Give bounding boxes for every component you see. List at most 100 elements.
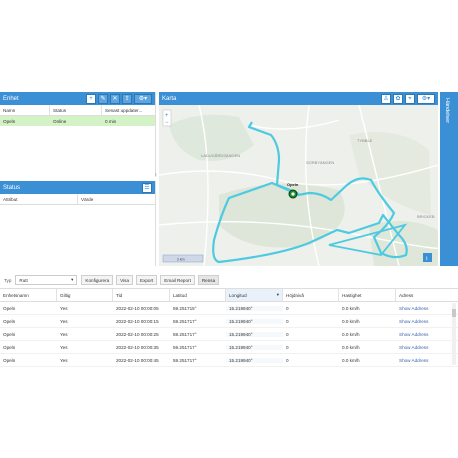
map-label-sorbyangen: SÖRBYÄNGEN xyxy=(306,160,334,165)
row-device: Opeln xyxy=(3,331,16,337)
status-header: Status ☰ xyxy=(0,181,155,194)
show-button[interactable]: Visa xyxy=(116,275,134,285)
add-button[interactable]: + xyxy=(86,93,96,104)
row-time: 2022-02-10 00:00:35 xyxy=(116,344,159,350)
row-valid: Yes xyxy=(60,344,68,350)
col-enhetsnamn[interactable]: Enhetsnamn xyxy=(0,289,57,301)
status-grid-header: Attribut Värde xyxy=(0,194,155,205)
karta-title: Karta xyxy=(162,95,177,102)
table-row[interactable]: Opeln Yes 2022-02-10 00:00:05 59.251715° 15.… xyxy=(0,302,458,315)
row-address[interactable]: Show Address xyxy=(396,319,449,324)
locate-button[interactable]: ⌖ xyxy=(405,93,415,104)
type-label: Typ xyxy=(4,277,12,283)
scale-label: 2 km xyxy=(177,258,185,262)
table-scrollbar-thumb[interactable] xyxy=(452,309,456,317)
col-hojdniva[interactable]: Höjdnivå xyxy=(283,289,339,301)
zoom-in-button[interactable]: + xyxy=(165,113,169,119)
row-speed: 0.0 km/h xyxy=(342,357,360,363)
col-latitud[interactable]: Latitud xyxy=(170,289,226,301)
karta-panel: Karta ♙ ✿ ⌖ ⚙▾ LADUGÅRDSÄNGEN SÖRBYÄNGEN… xyxy=(159,92,438,266)
row-device: Opeln xyxy=(3,305,16,311)
row-speed: 0.0 km/h xyxy=(342,331,360,337)
enhet-panel: Enhet + ✎ ✕ ⇪ ⚙▾ Namn Status Senast uppd… xyxy=(0,92,156,177)
close-icon: ✕ xyxy=(112,95,118,102)
device-row[interactable]: Opeln Online 0 min xyxy=(0,116,155,126)
row-address[interactable]: Show Address xyxy=(396,306,449,311)
route-table: Enhetsnamn Giltig Tid Latitud Longitud ▾… xyxy=(0,288,458,369)
row-time: 2022-02-10 00:00:45 xyxy=(116,357,159,363)
row-latitude: 59.251717° xyxy=(173,318,197,324)
zoom-out-button[interactable]: − xyxy=(165,120,169,126)
col-senast[interactable]: Senast uppdater... xyxy=(102,105,155,115)
row-latitude: 59.251715° xyxy=(173,305,197,311)
email-report-button[interactable]: Email Report xyxy=(160,275,195,285)
enhet-title: Enhet xyxy=(3,95,19,102)
row-longitude: 15.219940° xyxy=(226,305,283,311)
status-list-button[interactable]: ☰ xyxy=(142,182,152,193)
row-valid: Yes xyxy=(60,305,68,311)
gear-icon: ⚙▾ xyxy=(421,95,431,102)
sort-down-icon: ▾ xyxy=(276,292,279,297)
marker-label: Opeln xyxy=(287,182,299,187)
karta-header: Karta ♙ ✿ ⌖ ⚙▾ xyxy=(159,92,438,105)
row-time: 2022-02-10 00:00:05 xyxy=(116,305,159,311)
row-address[interactable]: Show Address xyxy=(396,332,449,337)
walker-icon: ♙ xyxy=(383,95,389,102)
map-canvas[interactable]: LADUGÅRDSÄNGEN SÖRBYÄNGEN TYBBLE BRICKEB… xyxy=(159,105,438,266)
row-speed: 0.0 km/h xyxy=(342,318,360,324)
row-altitude: 0 xyxy=(286,318,289,324)
bottom-toolbar: Typ Rutt ▾ Konfigurera Visa Export Email… xyxy=(0,274,458,286)
configure-button[interactable]: Konfigurera xyxy=(81,275,114,285)
row-address[interactable]: Show Address xyxy=(396,345,449,350)
col-attribut[interactable]: Attribut xyxy=(0,194,78,204)
paw-icon: ✿ xyxy=(395,95,401,102)
device-updated: 0 min xyxy=(105,118,117,124)
export-button[interactable]: Export xyxy=(136,275,158,285)
col-varde[interactable]: Värde xyxy=(78,194,155,204)
table-row[interactable]: Opeln Yes 2022-02-10 00:00:15 59.251717° 15.… xyxy=(0,315,458,328)
col-hastighet[interactable]: Hastighet xyxy=(339,289,396,301)
table-row[interactable]: Opeln Yes 2022-02-10 00:00:45 59.251717° 15.… xyxy=(0,354,458,367)
table-scrollbar[interactable] xyxy=(452,303,456,365)
type-select[interactable]: Rutt ▾ xyxy=(15,275,78,285)
settings-menu-button[interactable]: ⚙▾ xyxy=(134,93,152,104)
row-latitude: 59.251717° xyxy=(173,357,197,363)
list-icon: ☰ xyxy=(144,184,150,191)
map-label-tybble: TYBBLE xyxy=(357,138,373,143)
col-giltig[interactable]: Giltig xyxy=(57,289,113,301)
col-namn[interactable]: Namn xyxy=(0,105,50,115)
target-icon: ⌖ xyxy=(408,95,412,102)
walk-mode-button[interactable]: ♙ xyxy=(381,93,391,104)
row-speed: 0.0 km/h xyxy=(342,305,360,311)
col-longitud[interactable]: Longitud ▾ xyxy=(226,289,283,301)
col-adress[interactable]: Adress xyxy=(396,289,449,301)
row-valid: Yes xyxy=(60,331,68,337)
table-row[interactable]: Opeln Yes 2022-02-10 00:00:35 59.251717° 15.… xyxy=(0,341,458,354)
share-button[interactable]: ⇪ xyxy=(122,93,132,104)
device-marker-dot xyxy=(291,192,295,196)
remove-button[interactable]: ✕ xyxy=(110,93,120,104)
row-longitude: 15.219940° xyxy=(226,318,283,324)
enhet-header: Enhet + ✎ ✕ ⇪ ⚙▾ xyxy=(0,92,155,105)
table-row[interactable]: Opeln Yes 2022-02-10 00:00:25 59.251717° 15.… xyxy=(0,328,458,341)
device-status: Online xyxy=(53,118,67,124)
row-latitude: 59.251717° xyxy=(173,344,197,350)
pencil-icon: ✎ xyxy=(100,95,106,102)
row-device: Opeln xyxy=(3,344,16,350)
map-label-brickeb: BRICKEB xyxy=(417,214,435,219)
row-address[interactable]: Show Address xyxy=(396,358,449,363)
handelser-sidebar[interactable]: Händelser xyxy=(440,92,458,266)
col-tid[interactable]: Tid xyxy=(113,289,170,301)
row-altitude: 0 xyxy=(286,357,289,363)
row-device: Opeln xyxy=(3,357,16,363)
follow-button[interactable]: ✿ xyxy=(393,93,403,104)
row-valid: Yes xyxy=(60,318,68,324)
clear-button[interactable]: Rensa xyxy=(197,275,220,285)
route-rows: Opeln Yes 2022-02-10 00:00:05 59.251715° 15.… xyxy=(0,302,458,367)
row-device: Opeln xyxy=(3,318,16,324)
edit-button[interactable]: ✎ xyxy=(98,93,108,104)
col-status[interactable]: Status xyxy=(50,105,102,115)
row-longitude: 15.219940° xyxy=(226,357,283,363)
upload-icon: ⇪ xyxy=(124,95,130,102)
map-settings-button[interactable]: ⚙▾ xyxy=(417,93,435,104)
